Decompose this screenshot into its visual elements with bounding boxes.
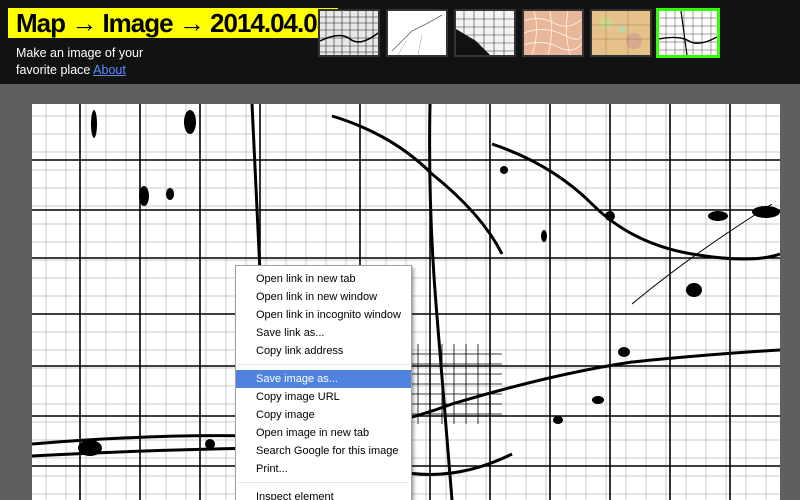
map-style-thumb-5[interactable]: [590, 9, 652, 57]
menu-separator: [238, 364, 409, 365]
tagline: Make an image of your favorite place Abo…: [16, 45, 176, 79]
menu-save-link-as[interactable]: Save link as...: [236, 324, 411, 342]
header-bar: Map → Image → 2014.04.05 Make an image o…: [0, 0, 800, 84]
map-image[interactable]: Open link in new tab Open link in new wi…: [32, 104, 780, 500]
menu-copy-image-url[interactable]: Copy image URL: [236, 388, 411, 406]
menu-search-google-image[interactable]: Search Google for this image: [236, 442, 411, 460]
menu-separator: [238, 482, 409, 483]
menu-open-link-incognito[interactable]: Open link in incognito window: [236, 306, 411, 324]
menu-save-image-as[interactable]: Save image as...: [236, 370, 411, 388]
menu-copy-image[interactable]: Copy image: [236, 406, 411, 424]
map-style-thumb-6[interactable]: [656, 8, 720, 58]
context-menu: Open link in new tab Open link in new wi…: [235, 265, 412, 500]
menu-print[interactable]: Print...: [236, 460, 411, 478]
menu-open-link-new-tab[interactable]: Open link in new tab: [236, 270, 411, 288]
map-style-thumb-2[interactable]: [386, 9, 448, 57]
about-link[interactable]: About: [93, 63, 126, 77]
map-style-thumb-3[interactable]: [454, 9, 516, 57]
menu-open-image-new-tab[interactable]: Open image in new tab: [236, 424, 411, 442]
menu-inspect-element[interactable]: Inspect element: [236, 488, 411, 500]
map-style-thumb-4[interactable]: [522, 9, 584, 57]
menu-open-link-new-window[interactable]: Open link in new window: [236, 288, 411, 306]
menu-copy-link-address[interactable]: Copy link address: [236, 342, 411, 360]
map-style-thumb-1[interactable]: [318, 9, 380, 57]
page-title: Map → Image → 2014.04.05: [8, 8, 339, 38]
